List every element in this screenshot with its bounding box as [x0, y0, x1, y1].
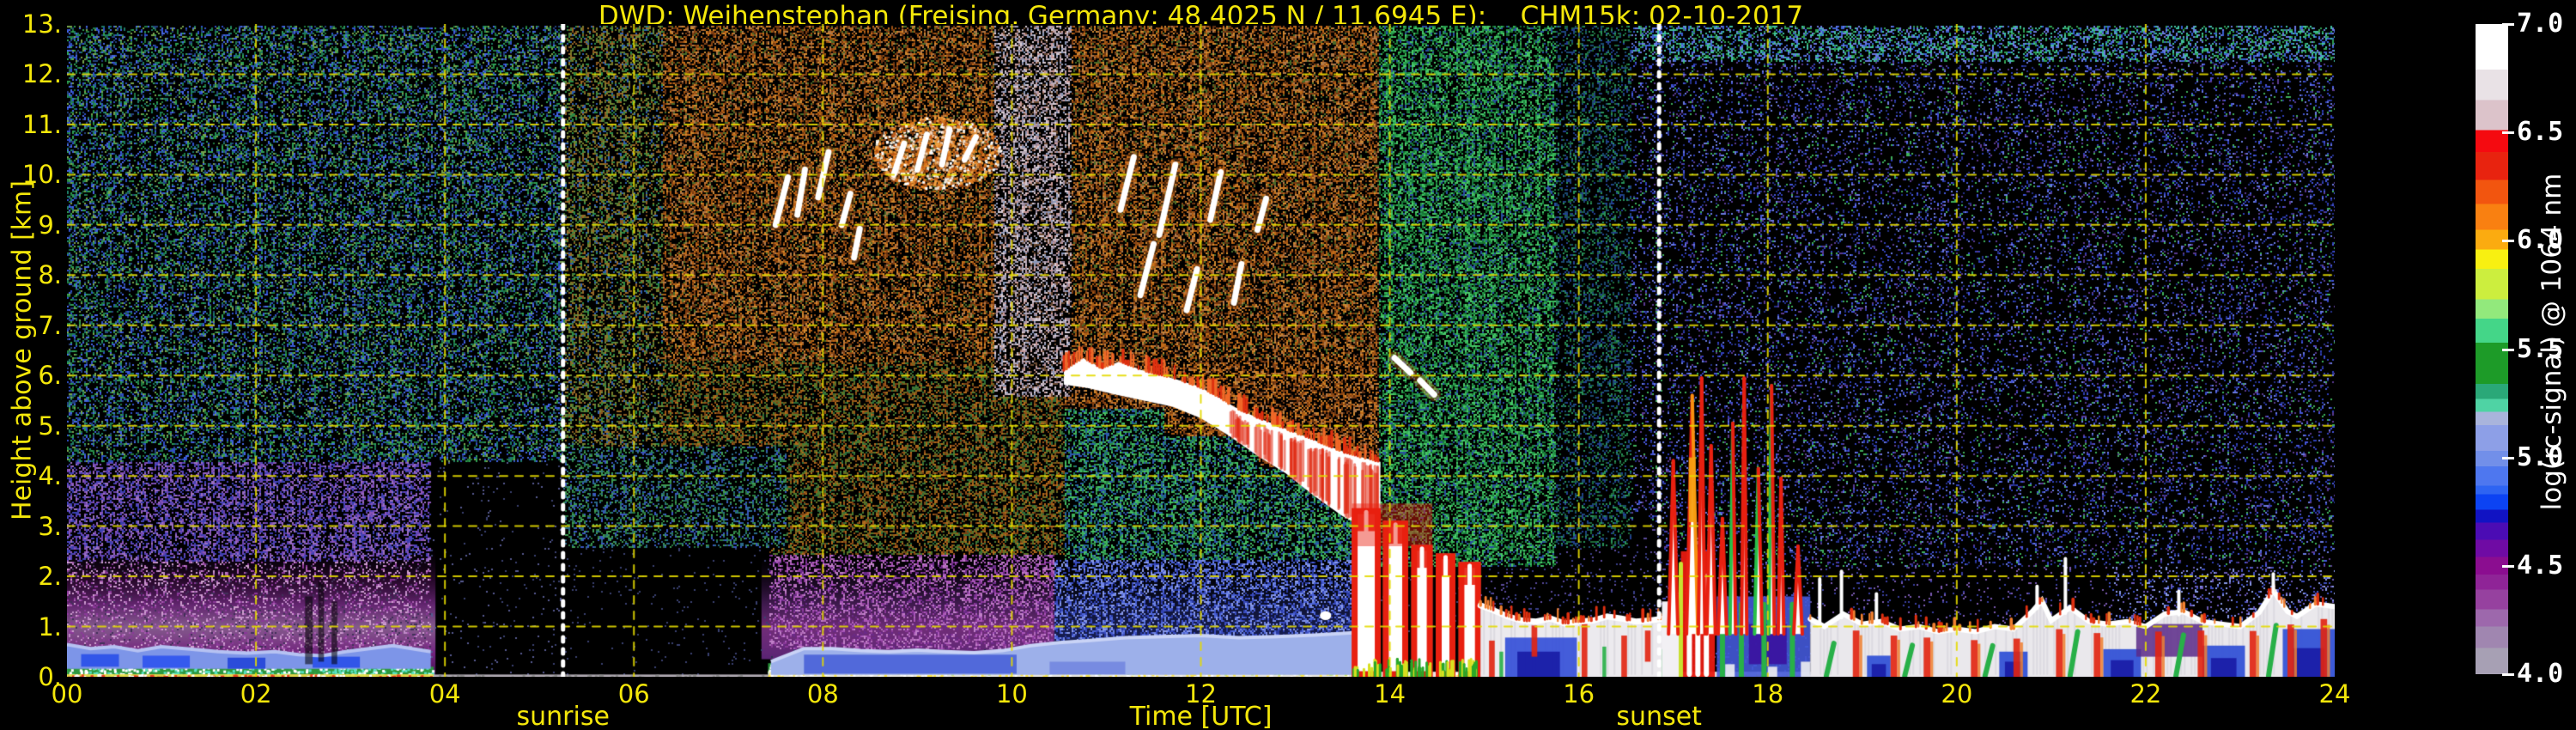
- y-tick-label: 9.: [38, 210, 62, 240]
- y-tick-label: 6.: [38, 361, 62, 391]
- sunset-annotation: sunset: [1616, 702, 1702, 730]
- y-tick-label: 4.: [38, 461, 62, 491]
- y-tick-label: 13.: [21, 9, 62, 39]
- colorbar-tick-label: 4.5: [2517, 550, 2564, 581]
- ceilometer-quicklook-figure: DWD: Weihenstephan (Freising, Germany; 4…: [0, 0, 2576, 730]
- sunrise-annotation: sunrise: [516, 702, 610, 730]
- x-axis-label: Time [UTC]: [1129, 702, 1273, 730]
- y-tick-label: 8.: [38, 260, 62, 290]
- colorbar-tick-label: 4.0: [2517, 659, 2564, 689]
- colorbar-tickmark: [2502, 564, 2514, 568]
- y-tick-label: 12.: [21, 59, 62, 89]
- colorbar-tickmark: [2502, 456, 2514, 459]
- colorbar-tickmark: [2502, 131, 2514, 135]
- y-tick-label: 2.: [38, 562, 62, 592]
- y-tick-label: 11.: [21, 109, 62, 139]
- colorbar-tickmark: [2502, 23, 2514, 26]
- y-tick-label: 5.: [38, 411, 62, 441]
- colorbar-label: log(rc-signal) @ 1064 nm: [2537, 173, 2567, 511]
- heatmap-canvas: [67, 24, 2335, 677]
- y-tick-label: 1.: [38, 611, 62, 642]
- colorbar-tick-label: 7.0: [2517, 9, 2564, 39]
- colorbar-tickmark: [2502, 240, 2514, 243]
- y-tick-label: 3.: [38, 511, 62, 541]
- colorbar-tick-label: 6.5: [2517, 117, 2564, 148]
- colorbar-tickmark: [2502, 348, 2514, 351]
- colorbar-tickmark: [2502, 673, 2514, 676]
- y-tick-label: 10.: [21, 160, 62, 190]
- y-tick-label: 7.: [38, 310, 62, 340]
